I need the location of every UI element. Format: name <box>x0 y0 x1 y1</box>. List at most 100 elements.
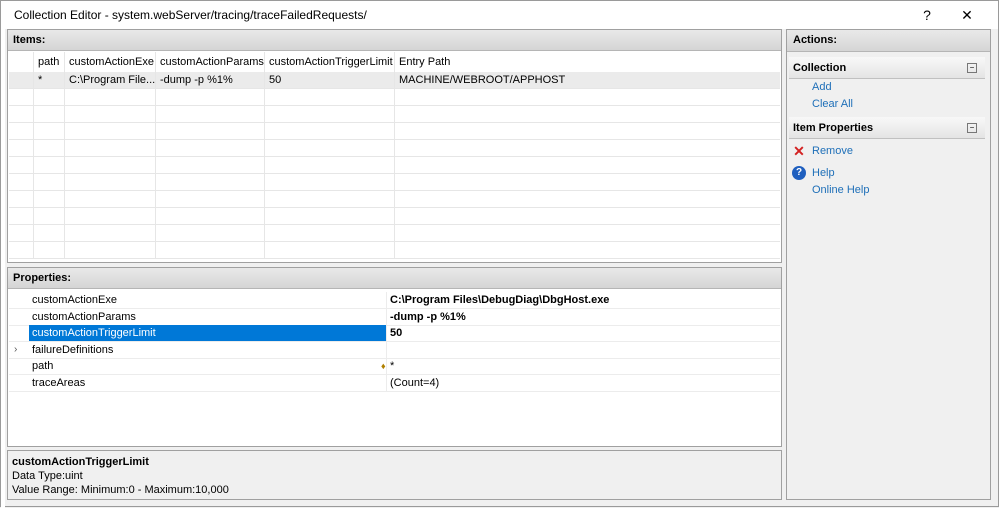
title-bar: Collection Editor - system.webServer/tra… <box>1 1 998 29</box>
path-cell: * <box>34 72 65 88</box>
property-value[interactable]: C:\Program Files\DebugDiag\DbgHost.exe <box>390 292 609 308</box>
property-row-failuredefinitions[interactable]: › failureDefinitions <box>9 342 780 359</box>
property-value[interactable]: * <box>390 358 394 374</box>
column-header-path[interactable]: path <box>34 52 65 72</box>
empty-grid-cell <box>265 191 395 207</box>
empty-grid-cell <box>265 174 395 190</box>
add-link[interactable]: Add <box>812 80 832 94</box>
property-value[interactable]: 50 <box>390 325 402 341</box>
actions-header: Actions: <box>787 30 990 52</box>
key-icon: ♦ <box>381 361 386 371</box>
empty-grid-cell <box>265 208 395 224</box>
remove-icon: ✕ <box>793 143 805 159</box>
empty-grid-cell <box>34 208 65 224</box>
empty-grid-cell <box>156 174 265 190</box>
empty-grid-row <box>9 157 780 174</box>
empty-grid-cell <box>34 140 65 156</box>
empty-grid-cell <box>395 242 780 258</box>
collapse-icon[interactable]: − <box>967 123 977 133</box>
empty-grid-cell <box>265 140 395 156</box>
column-header-customactiontriggerlimit[interactable]: customActionTriggerLimit <box>265 52 395 72</box>
property-row-path[interactable]: path ♦ * <box>9 358 780 375</box>
table-row[interactable]: * C:\Program File... -dump -p %1% 50 MAC… <box>9 72 780 89</box>
background-strip <box>1 29 5 508</box>
property-name: customActionTriggerLimit <box>29 325 386 341</box>
item-properties-section-header[interactable]: Item Properties − <box>789 117 985 139</box>
column-header-customactionparams[interactable]: customActionParams <box>156 52 265 72</box>
help-link[interactable]: Help <box>812 166 835 180</box>
empty-grid-cell <box>9 174 34 190</box>
empty-grid-cell <box>34 123 65 139</box>
row-indicator-cell <box>9 72 34 88</box>
empty-grid-cell <box>395 123 780 139</box>
online-help-link[interactable]: Online Help <box>812 183 869 197</box>
chevron-right-icon[interactable]: › <box>14 342 17 358</box>
column-divider <box>386 358 387 374</box>
empty-grid-cell <box>156 123 265 139</box>
empty-grid-cell <box>395 225 780 241</box>
empty-grid-cell <box>156 242 265 258</box>
empty-grid-cell <box>9 89 34 105</box>
empty-grid-cell <box>34 225 65 241</box>
empty-grid-cell <box>395 157 780 173</box>
empty-grid-row <box>9 106 780 123</box>
empty-grid-cell <box>265 242 395 258</box>
empty-grid-cell <box>9 140 34 156</box>
column-header-entry-path[interactable]: Entry Path <box>395 52 780 72</box>
empty-grid-cell <box>9 123 34 139</box>
empty-grid-cell <box>395 191 780 207</box>
property-row-customactionexe[interactable]: customActionExe C:\Program Files\DebugDi… <box>9 292 780 309</box>
empty-grid-cell <box>34 89 65 105</box>
empty-grid-cell <box>34 242 65 258</box>
empty-grid-cell <box>9 157 34 173</box>
items-grid[interactable]: path customActionExe customActionParams … <box>9 52 780 277</box>
empty-grid-row <box>9 208 780 225</box>
empty-grid-cell <box>9 191 34 207</box>
description-title: customActionTriggerLimit <box>12 456 149 468</box>
empty-grid-cell <box>9 242 34 258</box>
items-header: Items: <box>8 30 781 51</box>
empty-grid-cell <box>65 191 156 207</box>
collection-section-header[interactable]: Collection − <box>789 57 985 79</box>
empty-grid-cell <box>65 157 156 173</box>
empty-grid-cell <box>156 106 265 122</box>
actions-pane: Actions: Collection − Add Clear All Item… <box>786 29 991 500</box>
property-name: customActionExe <box>32 294 117 306</box>
customactiontriggerlimit-cell: 50 <box>265 72 395 88</box>
property-value[interactable]: -dump -p %1% <box>390 309 466 325</box>
property-row-customactiontriggerlimit[interactable]: customActionTriggerLimit 50 <box>9 325 780 342</box>
help-button[interactable]: ? <box>907 3 947 27</box>
empty-grid-row <box>9 174 780 191</box>
empty-grid-row <box>9 242 780 259</box>
empty-grid-cell <box>65 89 156 105</box>
close-button[interactable]: ✕ <box>947 3 987 27</box>
empty-grid-cell <box>9 225 34 241</box>
column-header-indicator[interactable] <box>9 52 34 72</box>
empty-grid-cell <box>65 174 156 190</box>
clear-all-link[interactable]: Clear All <box>812 97 853 111</box>
help-icon: ? <box>792 166 806 180</box>
empty-grid-cell <box>34 191 65 207</box>
property-row-customactionparams[interactable]: customActionParams -dump -p %1% <box>9 309 780 326</box>
empty-grid-cell <box>395 89 780 105</box>
empty-grid-cell <box>156 191 265 207</box>
empty-grid-row <box>9 123 780 140</box>
properties-panel: Properties: customActionExe C:\Program F… <box>7 267 782 447</box>
description-data-type: Data Type:uint <box>12 470 83 482</box>
property-description-pane: customActionTriggerLimit Data Type:uint … <box>7 450 782 500</box>
column-divider <box>386 375 387 391</box>
remove-link[interactable]: Remove <box>812 144 853 158</box>
entry-path-cell: MACHINE/WEBROOT/APPHOST <box>399 74 566 86</box>
empty-grid-cell <box>34 106 65 122</box>
property-name: failureDefinitions <box>32 344 114 356</box>
empty-grid-cell <box>265 123 395 139</box>
window-title: Collection Editor - system.webServer/tra… <box>14 8 367 22</box>
column-header-customactionexe[interactable]: customActionExe <box>65 52 156 72</box>
items-grid-header-row: path customActionExe customActionParams … <box>9 52 780 73</box>
property-value[interactable]: (Count=4) <box>390 375 439 391</box>
property-row-traceareas[interactable]: traceAreas (Count=4) <box>9 375 780 392</box>
empty-grid-row <box>9 191 780 208</box>
empty-grid-cell <box>65 225 156 241</box>
collapse-icon[interactable]: − <box>967 63 977 73</box>
empty-grid-cell <box>156 157 265 173</box>
